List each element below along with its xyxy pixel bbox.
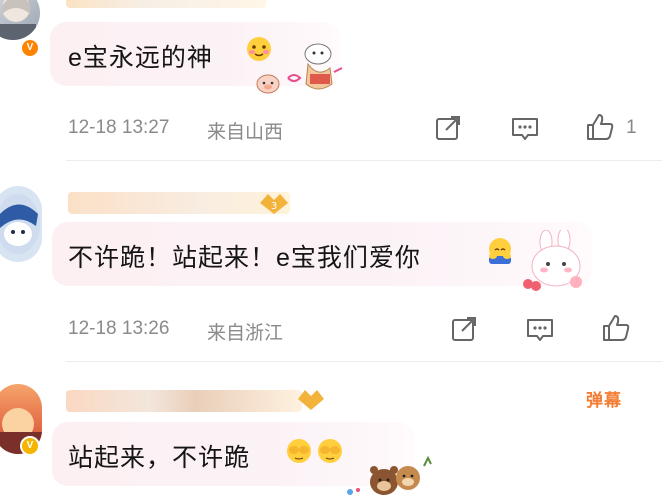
danmu-label[interactable]: 弹幕 (586, 386, 622, 411)
comment-time: 12-18 13:27 (68, 117, 170, 138)
comment-icon[interactable] (510, 113, 540, 143)
svg-text:3: 3 (271, 201, 277, 212)
bunny-sticker-icon (516, 227, 596, 301)
share-icon[interactable] (433, 113, 463, 143)
comment-text: 不许跪！站起来！e宝我们爱你 (68, 244, 421, 272)
comment-text: 站起来，不许跪 (68, 444, 251, 472)
divider (66, 361, 662, 362)
crayon-shin-chan-sticker-icon (248, 38, 348, 103)
verified-badge-icon: V (20, 436, 40, 456)
like-count: 1 (626, 117, 637, 138)
avatar-image (0, 0, 36, 40)
boonie-bears-sticker-icon (330, 448, 440, 503)
comment-text: e宝永远的神 (68, 44, 213, 72)
avatar[interactable] (0, 186, 42, 262)
comment-location: 来自浙江 (207, 323, 284, 344)
hug-emoji-icon (485, 236, 515, 271)
like-icon[interactable] (585, 112, 615, 142)
username-blurred[interactable] (66, 390, 302, 412)
comment-icon[interactable] (525, 314, 555, 344)
comment-location: 来自山西 (207, 122, 284, 143)
divider (66, 160, 662, 161)
vip-level-badge-icon: 3 (258, 190, 290, 221)
comment-time: 12-18 13:26 (68, 318, 170, 339)
username-blurred[interactable] (68, 192, 290, 214)
avatar-image (0, 194, 40, 254)
avatar[interactable] (0, 0, 40, 40)
like-icon[interactable] (601, 313, 631, 343)
username-blurred[interactable] (66, 0, 266, 8)
share-icon[interactable] (449, 314, 479, 344)
vip-level-badge-icon (296, 386, 326, 417)
verified-badge-icon: V (20, 38, 40, 58)
